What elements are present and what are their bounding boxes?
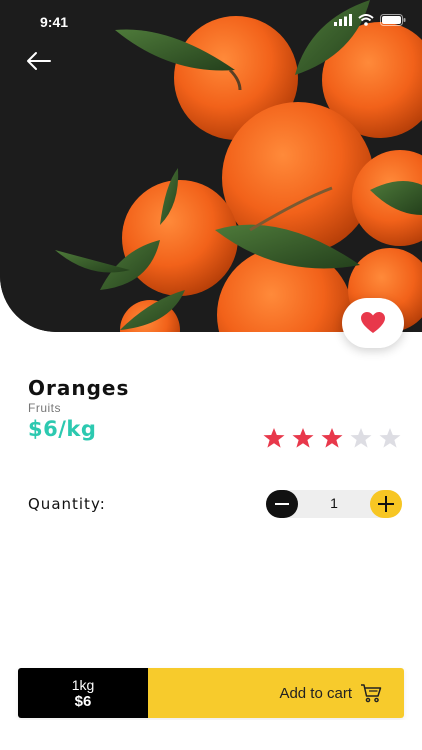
star-filled-icon[interactable] [262,427,286,449]
product-category: Fruits [28,401,61,415]
plus-icon [378,496,394,512]
favorite-button[interactable] [342,298,404,348]
arrow-left-icon [27,52,51,70]
star-empty-icon[interactable] [349,427,373,449]
cart-total: $6 [74,692,92,710]
quantity-stepper[interactable]: 1 [266,490,402,518]
cart-weight: 1kg [71,676,95,693]
add-to-cart-button[interactable]: Add to cart [148,668,404,718]
battery-icon [380,14,406,26]
increment-button[interactable] [370,490,402,518]
wifi-icon [358,14,374,26]
cellular-signal-icon [334,14,352,26]
status-time: 9:41 [40,14,69,30]
status-bar: 9:41 [0,0,422,44]
status-icons [334,14,406,26]
quantity-value: 1 [330,495,338,511]
star-filled-icon[interactable] [291,427,315,449]
star-empty-icon[interactable] [378,427,402,449]
decrement-button[interactable] [266,490,298,518]
oranges-photo [0,0,422,332]
add-to-cart-label: Add to cart [279,684,352,702]
product-name: Oranges [28,376,130,400]
heart-icon [361,312,385,333]
cart-bar: 1kg $6 Add to cart [18,668,404,718]
home-indicator-area [0,720,422,750]
product-image: 9:41 [0,0,422,332]
star-filled-icon[interactable] [320,427,344,449]
shopping-cart-icon [361,684,382,703]
rating-stars[interactable] [262,427,402,449]
cart-summary: 1kg $6 [18,668,148,718]
minus-icon [275,503,289,505]
quantity-label: Quantity: [28,495,106,513]
back-button[interactable] [24,48,56,74]
